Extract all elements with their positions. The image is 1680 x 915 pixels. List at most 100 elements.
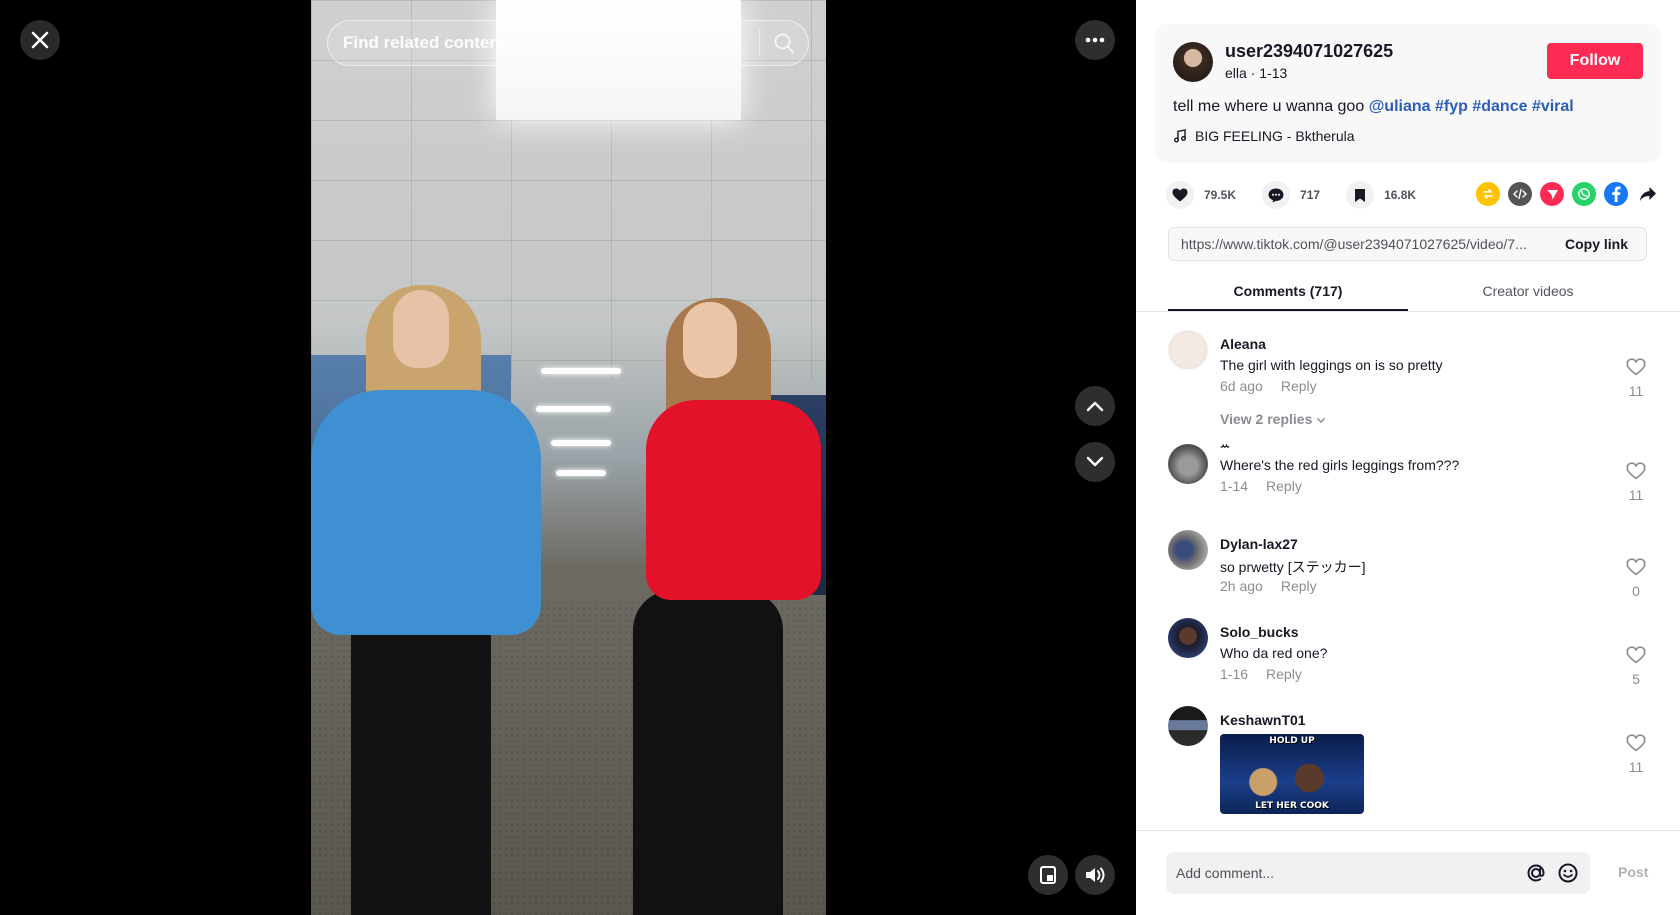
chevron-down-icon — [1317, 417, 1326, 424]
share-icon[interactable] — [1636, 182, 1660, 206]
post-date: 1-13 — [1259, 65, 1288, 81]
post-comment-button[interactable]: Post — [1618, 864, 1648, 880]
video-person-left-body — [311, 390, 541, 635]
share-link-url[interactable]: https://www.tiktok.com/@user239407102762… — [1169, 236, 1547, 252]
music-note-icon — [1174, 129, 1186, 143]
commenter-avatar[interactable] — [1168, 444, 1208, 484]
next-video-button[interactable] — [1075, 442, 1115, 482]
comment-meta: 1-14 Reply — [1220, 478, 1302, 494]
tab-creator-videos[interactable]: Creator videos — [1408, 275, 1648, 311]
comment-meta: 2h ago Reply — [1220, 578, 1317, 594]
panel-tabs: Comments (717) Creator videos — [1168, 275, 1648, 311]
favorite-count: 16.8K — [1384, 188, 1417, 202]
heart-outline-icon — [1626, 734, 1646, 752]
commenter-avatar[interactable] — [1168, 330, 1208, 370]
add-comment-input[interactable] — [1166, 865, 1520, 881]
reply-button[interactable]: Reply — [1266, 666, 1302, 682]
previous-video-button[interactable] — [1075, 386, 1115, 426]
comment-meta: 1-16 Reply — [1220, 666, 1302, 682]
comment-gif[interactable]: HOLD UP LET HER COOK — [1220, 734, 1364, 814]
video-scene-hall-light — [541, 368, 621, 374]
emoji-button[interactable] — [1552, 857, 1584, 889]
bookmark-icon — [1346, 181, 1375, 209]
comment-like-count: 11 — [1628, 487, 1644, 503]
copy-link-button[interactable]: Copy link — [1547, 236, 1646, 252]
mini-player-icon — [1040, 866, 1056, 884]
heart-outline-icon — [1626, 462, 1646, 480]
mention-button[interactable] — [1520, 857, 1552, 889]
search-input[interactable]: Find related content — [328, 33, 759, 53]
video-player[interactable] — [311, 0, 826, 915]
view-replies-button[interactable]: View 2 replies — [1220, 411, 1326, 427]
comment-time: 2h ago — [1220, 578, 1263, 594]
music-title: BIG FEELING - Bktherula — [1195, 128, 1355, 144]
author-avatar[interactable] — [1173, 42, 1213, 82]
commenter-avatar[interactable] — [1168, 530, 1208, 570]
share-targets — [1476, 182, 1660, 206]
hashtag-dance[interactable]: #dance — [1472, 98, 1527, 115]
emoji-icon — [1558, 863, 1578, 883]
caption-mention[interactable]: @uliana — [1369, 98, 1431, 115]
comment-like-button[interactable]: 11 — [1624, 462, 1648, 503]
close-button[interactable] — [20, 20, 60, 60]
comment-meta: 6d ago Reply — [1220, 378, 1317, 394]
embed-icon[interactable] — [1508, 182, 1532, 206]
comment-like-count: 0 — [1632, 583, 1640, 599]
hashtag-fyp[interactable]: #fyp — [1435, 98, 1468, 115]
comment-text: Who da red one? — [1220, 645, 1328, 661]
comment-button[interactable]: 717 — [1262, 181, 1320, 209]
commenter-name[interactable]: Solo_bucks — [1220, 624, 1299, 640]
close-icon — [31, 31, 49, 49]
repost-icon[interactable] — [1476, 182, 1500, 206]
gif-caption-bottom: LET HER COOK — [1255, 801, 1329, 811]
video-person-left-face — [393, 290, 449, 368]
gif-caption-top: HOLD UP — [1269, 736, 1315, 746]
video-area: Find related content — [0, 0, 1136, 915]
caption-text: tell me where u wanna goo — [1173, 98, 1365, 115]
volume-button[interactable] — [1075, 855, 1115, 895]
hashtag-viral[interactable]: #viral — [1532, 98, 1574, 115]
heart-outline-icon — [1626, 646, 1646, 664]
search-button[interactable] — [760, 20, 808, 66]
commenter-name[interactable]: KeshawnT01 — [1220, 712, 1306, 728]
reply-button[interactable]: Reply — [1281, 578, 1317, 594]
commenter-name[interactable]: Dylan-lax27 — [1220, 536, 1298, 552]
composer-divider — [1136, 830, 1680, 831]
send-to-friends-icon[interactable] — [1540, 182, 1564, 206]
comment-like-button[interactable]: 11 — [1624, 734, 1648, 775]
search-bar[interactable]: Find related content — [327, 20, 809, 66]
video-info-card: user2394071027625 ella · 1-13 Follow tel… — [1155, 24, 1661, 163]
commenter-name[interactable]: ꕀ — [1220, 440, 1230, 453]
heart-outline-icon — [1626, 358, 1646, 376]
chevron-up-icon — [1086, 401, 1104, 412]
details-panel: user2394071027625 ella · 1-13 Follow tel… — [1136, 0, 1680, 915]
like-button[interactable]: 79.5K — [1166, 181, 1236, 209]
tab-comments[interactable]: Comments (717) — [1168, 275, 1408, 311]
commenter-avatar[interactable] — [1168, 706, 1208, 746]
comment-like-button[interactable]: 0 — [1624, 558, 1648, 599]
author-username[interactable]: user2394071027625 — [1225, 41, 1393, 62]
reply-button[interactable]: Reply — [1266, 478, 1302, 494]
at-sign-icon — [1527, 864, 1545, 882]
mini-player-button[interactable] — [1028, 855, 1068, 895]
view-replies-label: View 2 replies — [1220, 411, 1313, 427]
comment-composer — [1166, 852, 1590, 894]
more-options-button[interactable] — [1075, 20, 1115, 60]
video-person-right-face — [683, 302, 737, 378]
favorite-button[interactable]: 16.8K — [1346, 181, 1416, 209]
video-scene-hall-light — [551, 440, 611, 446]
whatsapp-icon[interactable] — [1572, 182, 1596, 206]
volume-icon — [1086, 867, 1105, 883]
facebook-icon[interactable] — [1604, 182, 1628, 206]
comment-like-button[interactable]: 11 — [1624, 358, 1648, 399]
commenter-name[interactable]: Aleana — [1220, 336, 1266, 352]
comment-like-count: 5 — [1632, 671, 1640, 687]
video-scene-hall-light — [536, 406, 611, 412]
commenter-avatar[interactable] — [1168, 618, 1208, 658]
comment-time: 1-16 — [1220, 666, 1249, 682]
reply-button[interactable]: Reply — [1281, 378, 1317, 394]
comment-like-button[interactable]: 5 — [1624, 646, 1648, 687]
video-caption: tell me where u wanna goo @uliana #fyp #… — [1173, 98, 1574, 116]
music-link[interactable]: BIG FEELING - Bktherula — [1173, 128, 1355, 144]
follow-button[interactable]: Follow — [1547, 43, 1643, 79]
